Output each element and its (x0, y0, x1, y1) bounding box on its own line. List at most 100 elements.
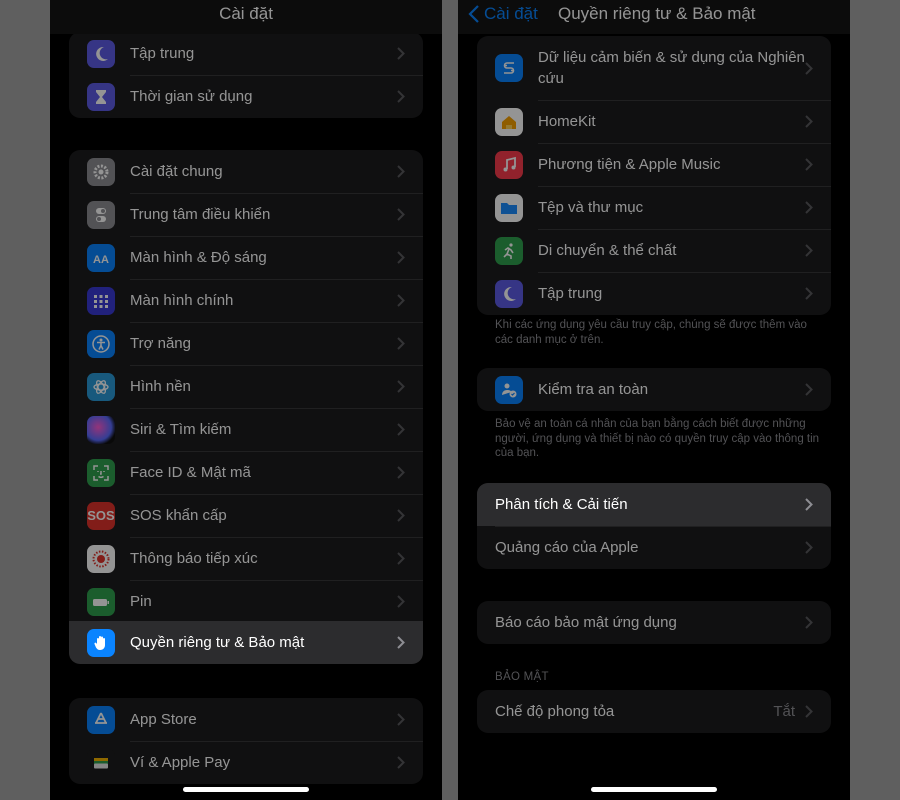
settings-group-focus: Tập trung Thời gian sử dụng (69, 32, 423, 118)
chevron-right-icon (397, 208, 405, 221)
settings-row-battery[interactable]: Pin (69, 580, 423, 623)
row-label: Dữ liệu cảm biến & sử dụng của Nghiên cứ… (538, 49, 805, 87)
settings-row-exposure[interactable]: Thông báo tiếp xúc (69, 537, 423, 580)
privacy-group-security: Chế độ phong tỏa Tắt (477, 690, 831, 733)
privacy-row-focus[interactable]: Tập trung (477, 272, 831, 315)
gear-icon (87, 157, 115, 186)
chevron-right-icon (397, 380, 405, 393)
page-title: Quyền riêng tư & Bảo mật (558, 4, 756, 23)
chevron-right-icon (805, 201, 813, 214)
exposure-icon (87, 544, 115, 573)
settings-row-face-id[interactable]: Face ID & Mật mã (69, 451, 423, 494)
toggles-icon (87, 200, 115, 229)
row-label: Trợ năng (130, 335, 191, 352)
chevron-right-icon (805, 158, 813, 171)
privacy-row-files[interactable]: Tệp và thư mục (477, 186, 831, 229)
row-label: Kiểm tra an toàn (538, 381, 649, 398)
settings-row-screen-time[interactable]: Thời gian sử dụng (69, 75, 423, 118)
battery-icon (87, 587, 115, 616)
settings-row-general[interactable]: Cài đặt chung (69, 150, 423, 193)
row-label: Siri & Tìm kiếm (130, 421, 232, 438)
chevron-right-icon (397, 47, 405, 60)
row-label: SOS khẩn cấp (130, 507, 227, 524)
privacy-security-screen: Cài đặt Quyền riêng tư & Bảo mật Dữ liệu… (458, 0, 850, 800)
back-label: Cài đặt (484, 4, 538, 23)
settings-row-display[interactable]: AA Màn hình & Độ sáng (69, 236, 423, 279)
chevron-right-icon (805, 287, 813, 300)
row-label: Phương tiện & Apple Music (538, 156, 721, 173)
chevron-right-icon (397, 509, 405, 522)
privacy-row-lockdown[interactable]: Chế độ phong tỏa Tắt (477, 690, 831, 733)
settings-row-accessibility[interactable]: Trợ năng (69, 322, 423, 365)
settings-row-control-center[interactable]: Trung tâm điều khiển (69, 193, 423, 236)
row-label: Tệp và thư mục (538, 199, 644, 216)
running-icon (495, 236, 523, 265)
security-section-header: BẢO MẬT (495, 671, 549, 683)
row-label: Pin (130, 593, 152, 610)
privacy-group-apps: Dữ liệu cảm biến & sử dụng của Nghiên cứ… (477, 36, 831, 315)
chevron-right-icon (397, 294, 405, 307)
chevron-right-icon (397, 636, 405, 649)
row-label: Thời gian sử dụng (130, 88, 253, 105)
settings-row-wallet[interactable]: Ví & Apple Pay (69, 741, 423, 784)
app-store-icon (87, 705, 115, 734)
chevron-right-icon (397, 251, 405, 264)
settings-row-focus[interactable]: Tập trung (69, 32, 423, 75)
chevron-right-icon (805, 115, 813, 128)
privacy-row-content: Quyền riêng tư & Bảo mật (69, 621, 423, 664)
chevron-right-icon (397, 337, 405, 350)
chevron-right-icon (397, 165, 405, 178)
chevron-right-icon (397, 90, 405, 103)
safety-check-icon (495, 375, 523, 404)
row-label: Cài đặt chung (130, 163, 223, 180)
privacy-row-motion[interactable]: Di chuyển & thể chất (477, 229, 831, 272)
chevron-right-icon (805, 705, 813, 718)
nav-bar: Cài đặt Quyền riêng tư & Bảo mật (458, 0, 850, 34)
settings-row-home-screen[interactable]: Màn hình chính (69, 279, 423, 322)
row-label: Chế độ phong tỏa (495, 703, 615, 720)
home-indicator[interactable] (591, 787, 717, 792)
settings-row-privacy[interactable]: Quyền riêng tư & Bảo mật (69, 621, 423, 664)
privacy-row-analytics[interactable]: Phân tích & Cải tiến (477, 483, 831, 526)
privacy-row-safety-check[interactable]: Kiểm tra an toàn (477, 368, 831, 411)
text-size-icon: AA (87, 243, 115, 272)
row-label: Tập trung (538, 285, 603, 302)
row-label: Màn hình chính (130, 292, 234, 309)
home-indicator[interactable] (183, 787, 309, 792)
chevron-right-icon (805, 61, 813, 75)
row-label: Thông báo tiếp xúc (130, 550, 258, 567)
app-grid-icon (87, 286, 115, 315)
row-label: Quyền riêng tư & Bảo mật (130, 634, 305, 651)
face-id-icon (87, 458, 115, 487)
row-label: Hình nền (130, 378, 191, 395)
row-label: Di chuyển & thể chất (538, 242, 677, 259)
settings-group-store: App Store Ví & Apple Pay (69, 698, 423, 784)
settings-row-sos[interactable]: SOS SOS khẩn cấp (69, 494, 423, 537)
settings-group-general: Cài đặt chung Trung tâm điều khiển AA Mà… (69, 150, 423, 623)
nav-bar: Cài đặt (50, 0, 442, 34)
back-button[interactable]: Cài đặt (468, 4, 538, 24)
lockdown-value: Tắt (773, 703, 795, 720)
row-label: Tập trung (130, 45, 195, 62)
privacy-group-report: Báo cáo bảo mật ứng dụng (477, 601, 831, 644)
privacy-row-research[interactable]: Dữ liệu cảm biến & sử dụng của Nghiên cứ… (477, 36, 831, 100)
settings-row-siri[interactable]: Siri & Tìm kiếm (69, 408, 423, 451)
privacy-row-app-report[interactable]: Báo cáo bảo mật ứng dụng (477, 601, 831, 644)
settings-row-app-store[interactable]: App Store (69, 698, 423, 741)
chevron-right-icon (397, 423, 405, 436)
chevron-right-icon (805, 244, 813, 257)
settings-row-wallpaper[interactable]: Hình nền (69, 365, 423, 408)
privacy-row-apple-ads[interactable]: Quảng cáo của Apple (477, 526, 831, 569)
chevron-right-icon (805, 498, 813, 511)
accessibility-icon (87, 329, 115, 358)
siri-icon (87, 415, 115, 444)
privacy-row-homekit[interactable]: HomeKit (477, 100, 831, 143)
chevron-right-icon (805, 541, 813, 554)
privacy-row-media[interactable]: Phương tiện & Apple Music (477, 143, 831, 186)
safety-footer-note: Bảo vệ an toàn cá nhân của bạn bằng cách… (495, 418, 820, 459)
research-icon (495, 54, 523, 82)
chevron-right-icon (397, 466, 405, 479)
chevron-right-icon (397, 595, 405, 608)
wallet-icon (87, 748, 115, 777)
row-label: Quảng cáo của Apple (495, 539, 639, 556)
